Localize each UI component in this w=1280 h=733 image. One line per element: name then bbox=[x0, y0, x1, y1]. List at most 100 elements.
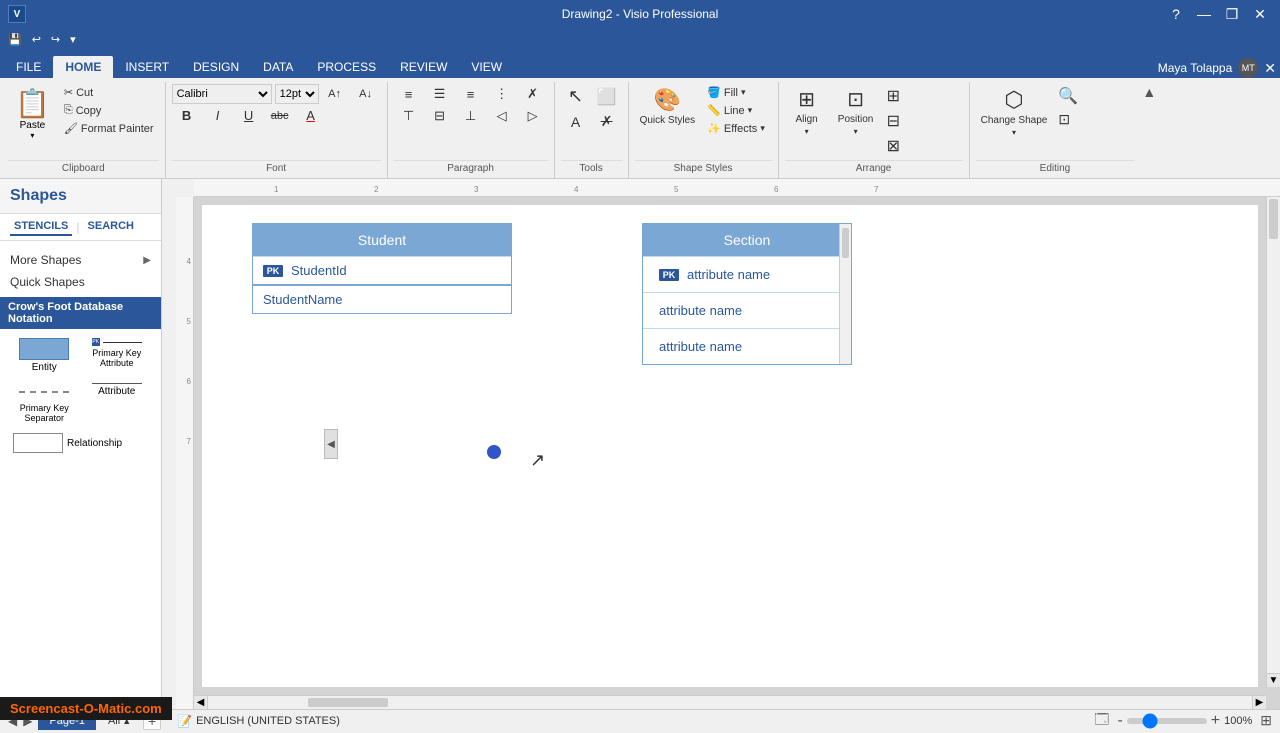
font-content: Calibri 12pt. A↑ A↓ B I U abc A bbox=[172, 84, 381, 158]
tab-stencils[interactable]: STENCILS bbox=[10, 218, 72, 236]
increase-indent-btn[interactable]: ▷ bbox=[518, 106, 548, 126]
shape-tool-btn[interactable]: ⬜ bbox=[592, 84, 622, 109]
pk-badge-section: PK bbox=[659, 269, 679, 281]
help-button[interactable]: ? bbox=[1164, 4, 1188, 24]
tab-file[interactable]: FILE bbox=[4, 56, 53, 78]
strikethrough-button[interactable]: abc bbox=[265, 106, 295, 125]
undo-quick-btn[interactable]: ↩ bbox=[28, 31, 45, 48]
fit-page-btn[interactable]: 🗔 bbox=[1094, 709, 1109, 733]
cut-button[interactable]: ✂ Cut bbox=[59, 84, 159, 101]
entity-shape-item[interactable]: Entity bbox=[10, 335, 79, 376]
underline-button[interactable]: U bbox=[234, 106, 264, 125]
language-status: 📝 ENGLISH (UNITED STATES) bbox=[177, 714, 340, 728]
attribute-shape-item[interactable]: Attribute bbox=[83, 380, 152, 426]
relationship-shape-item[interactable]: Relationship bbox=[10, 430, 125, 456]
student-id-row[interactable]: PK StudentId bbox=[253, 256, 511, 284]
tab-insert[interactable]: INSERT bbox=[113, 56, 181, 78]
quick-styles-button[interactable]: 🎨 Quick Styles bbox=[635, 84, 701, 129]
canvas[interactable]: Student PK StudentId StudentName Section bbox=[194, 197, 1280, 709]
copy-button[interactable]: ⎘ Copy bbox=[59, 102, 159, 119]
scrollbar-h-left-btn[interactable]: ◀ bbox=[194, 696, 208, 710]
line-button[interactable]: 📏 Line ▾ bbox=[702, 102, 770, 119]
tab-design[interactable]: DESIGN bbox=[181, 56, 251, 78]
save-quick-btn[interactable]: 💾 bbox=[4, 31, 26, 48]
connector-tool-btn[interactable]: ✗ bbox=[592, 111, 622, 132]
tab-home[interactable]: HOME bbox=[53, 56, 113, 78]
pk-sep-shape-item[interactable]: Primary Key Separator bbox=[10, 380, 79, 426]
font-name-select[interactable]: Calibri bbox=[172, 84, 272, 104]
user-close-btn[interactable]: ✕ bbox=[1264, 60, 1276, 77]
tab-review[interactable]: REVIEW bbox=[388, 56, 459, 78]
line-dropdown-icon: ▾ bbox=[748, 105, 753, 116]
student-name-row[interactable]: StudentName bbox=[253, 284, 511, 313]
text-align-mid-btn[interactable]: ⊟ bbox=[425, 106, 455, 126]
paste-button[interactable]: 📋 Paste ▾ bbox=[8, 84, 57, 143]
section-table-scrollbar[interactable] bbox=[839, 224, 851, 364]
zoom-in-btn[interactable]: + bbox=[1211, 712, 1220, 730]
text-align-top-btn[interactable]: ⊤ bbox=[394, 106, 424, 126]
find-btn[interactable]: 🔍 bbox=[1054, 84, 1134, 108]
text-tool-btn[interactable]: A bbox=[561, 111, 591, 132]
canvas-scrollbar-v[interactable]: ▼ bbox=[1266, 197, 1280, 687]
scrollbar-h-right-btn[interactable]: ▶ bbox=[1252, 696, 1266, 710]
fill-button[interactable]: 🪣 Fill ▾ bbox=[702, 84, 770, 101]
stencil-header[interactable]: Crow's Foot Database Notation bbox=[0, 297, 161, 329]
text-align-bot-btn[interactable]: ⊥ bbox=[456, 106, 486, 126]
canvas-scrollbar-h[interactable]: ◀ ▶ bbox=[194, 695, 1266, 709]
section-attr-row-2[interactable]: attribute name bbox=[643, 292, 851, 328]
align-center-btn[interactable]: ☰ bbox=[425, 84, 455, 104]
ribbon-collapse-btn[interactable]: ▲ bbox=[1142, 84, 1156, 100]
italic-button[interactable]: I bbox=[203, 106, 233, 125]
tab-process[interactable]: PROCESS bbox=[305, 56, 388, 78]
change-shape-button[interactable]: ⬡ Change Shape ▾ bbox=[976, 84, 1053, 140]
clear-format-btn[interactable]: ✗ bbox=[518, 84, 548, 104]
group-btn[interactable]: ⊞ bbox=[883, 84, 963, 108]
font-size-select[interactable]: 12pt. bbox=[275, 84, 319, 104]
align-left-btn[interactable]: ≡ bbox=[394, 84, 424, 104]
position-button[interactable]: ⊡ Position ▾ bbox=[831, 84, 881, 139]
select-btn[interactable]: ⊡ bbox=[1054, 109, 1134, 130]
more-shapes-menu-item[interactable]: More Shapes ▶ bbox=[10, 249, 151, 271]
zoom-slider[interactable] bbox=[1127, 718, 1207, 724]
redo-quick-btn[interactable]: ↪ bbox=[47, 31, 64, 48]
font-size-decrease-btn[interactable]: A↓ bbox=[351, 84, 381, 104]
pk-attr-shape-item[interactable]: PK Primary Key Attribute bbox=[83, 335, 152, 376]
font-size-increase-btn[interactable]: A↑ bbox=[320, 84, 350, 104]
user-name: Maya Tolappa bbox=[1158, 61, 1233, 75]
tab-search[interactable]: SEARCH bbox=[84, 218, 138, 236]
bullet-list-btn[interactable]: ⋮ bbox=[487, 84, 517, 104]
section-attr-row-3[interactable]: attribute name bbox=[643, 328, 851, 364]
effects-button[interactable]: ✨ Effects ▾ bbox=[702, 120, 770, 137]
align-right-btn[interactable]: ≡ bbox=[456, 84, 486, 104]
section-attr-row-1[interactable]: PK attribute name bbox=[643, 256, 851, 292]
maximize-button[interactable]: ❒ bbox=[1220, 4, 1244, 24]
entity-label: Entity bbox=[32, 362, 57, 373]
pointer-tool-btn[interactable]: ↖ bbox=[561, 84, 591, 109]
fill-icon: 🪣 bbox=[707, 86, 721, 99]
format-painter-label: Format Painter bbox=[81, 123, 154, 135]
tab-view[interactable]: VIEW bbox=[459, 56, 514, 78]
zoom-out-btn[interactable]: - bbox=[1117, 712, 1122, 730]
customize-quick-btn[interactable]: ▾ bbox=[66, 31, 80, 48]
decrease-indent-btn[interactable]: ◁ bbox=[487, 106, 517, 126]
font-color-button[interactable]: A bbox=[296, 106, 326, 125]
sidebar-collapse-btn[interactable]: ◀ bbox=[324, 429, 338, 459]
tools-content: ↖ ⬜ A ✗ bbox=[561, 84, 622, 158]
size-btn[interactable]: ⊠ bbox=[883, 134, 963, 158]
scrollbar-v-down-btn[interactable]: ▼ bbox=[1267, 673, 1280, 687]
quick-shapes-menu-item[interactable]: Quick Shapes bbox=[10, 271, 151, 293]
close-button[interactable]: ✕ bbox=[1248, 4, 1272, 24]
reorder-btn[interactable]: ⊟ bbox=[883, 109, 963, 133]
position-label: Position bbox=[838, 114, 874, 125]
format-painter-button[interactable]: 🖌 Format Painter bbox=[59, 120, 159, 137]
align-button[interactable]: ⊞ Align ▾ bbox=[785, 84, 829, 139]
tab-data[interactable]: DATA bbox=[251, 56, 305, 78]
minimize-button[interactable]: — bbox=[1192, 4, 1216, 24]
quick-styles-icon: 🎨 bbox=[654, 87, 681, 113]
pk-sep-label: Primary Key Separator bbox=[13, 403, 76, 423]
section-table[interactable]: Section PK attribute name attribute name… bbox=[642, 223, 852, 365]
student-table[interactable]: Student PK StudentId StudentName bbox=[252, 223, 512, 314]
ribbon-group-font: Calibri 12pt. A↑ A↓ B I U abc A Font bbox=[166, 82, 388, 178]
fit-window-btn[interactable]: ⊞ bbox=[1260, 712, 1272, 729]
bold-button[interactable]: B bbox=[172, 106, 202, 125]
